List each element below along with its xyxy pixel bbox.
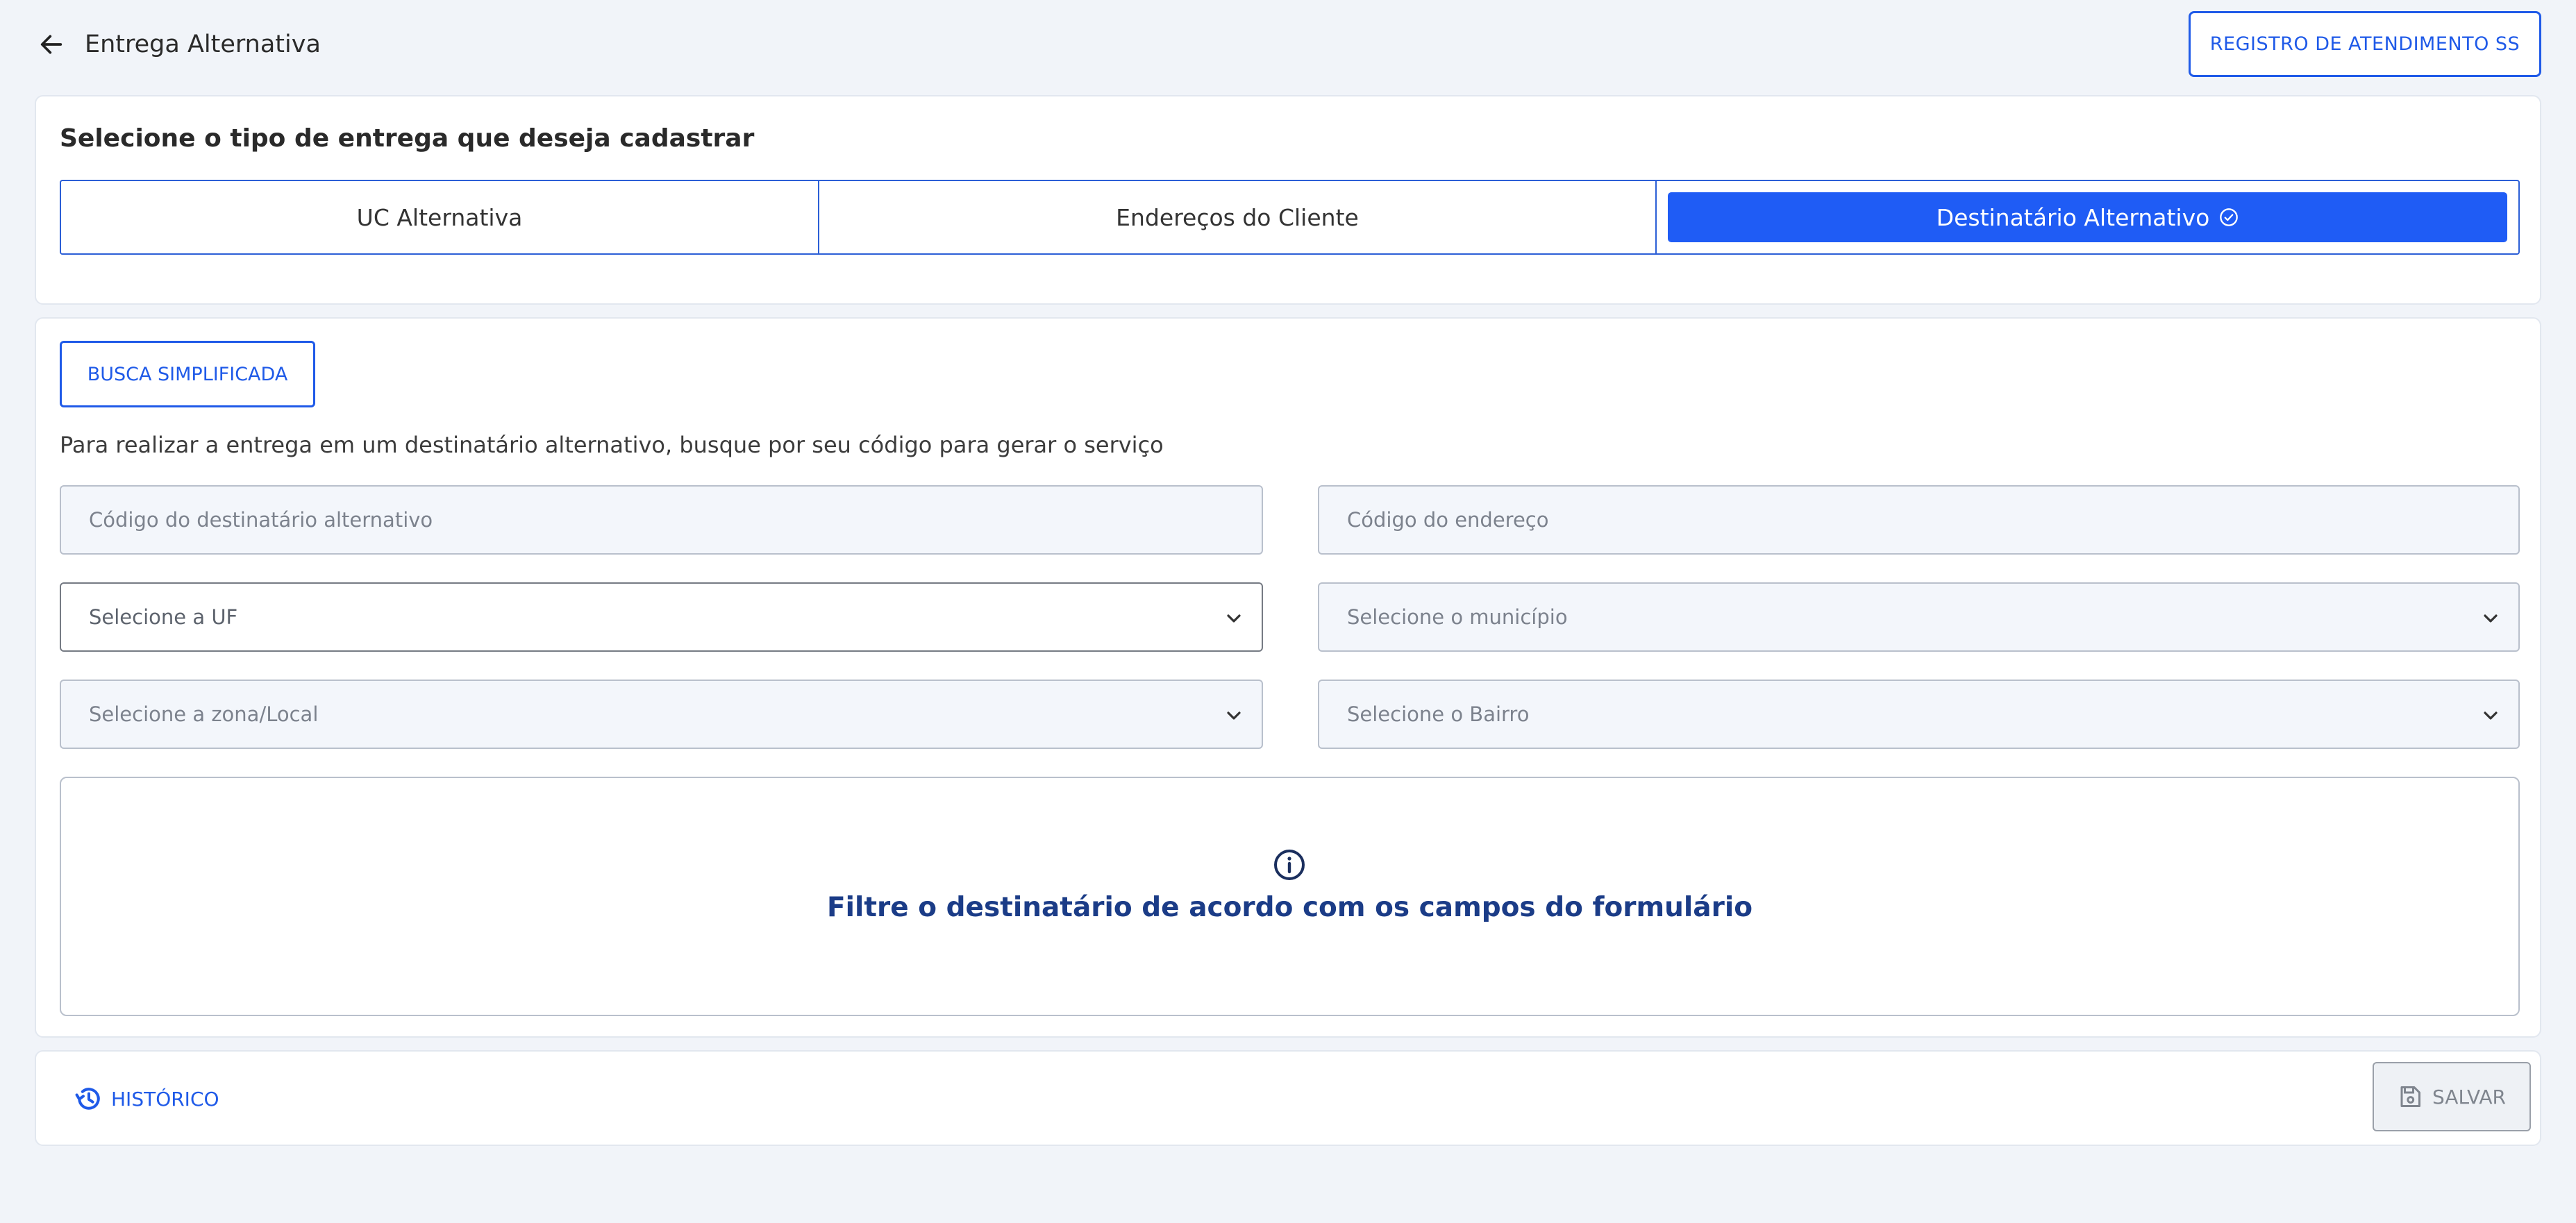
municipio-select[interactable]: Selecione o município <box>1318 582 2520 652</box>
registro-atendimento-button[interactable]: REGISTRO DE ATENDIMENTO SS <box>2189 11 2541 77</box>
field-placeholder: Código do destinatário alternativo <box>89 508 433 532</box>
tab-enderecos-cliente[interactable]: Endereços do Cliente <box>819 181 1657 253</box>
tab-active-indicator: Destinatário Alternativo <box>1668 192 2507 242</box>
chevron-down-icon <box>2484 614 2498 623</box>
field-placeholder: Selecione o Bairro <box>1347 702 1530 726</box>
page-title: Entrega Alternativa <box>85 31 321 58</box>
codigo-destinatario-input[interactable]: Código do destinatário alternativo <box>60 485 1263 555</box>
history-icon <box>75 1088 100 1110</box>
uf-select[interactable]: Selecione a UF <box>60 582 1263 652</box>
field-placeholder: Código do endereço <box>1347 508 1549 532</box>
field-placeholder: Selecione a UF <box>89 605 238 629</box>
empty-state-message: Filtre o destinatário de acordo com os c… <box>826 892 1753 923</box>
back-button[interactable] <box>35 28 68 61</box>
tab-destinatario-alternativo[interactable]: Destinatário Alternativo <box>1657 181 2518 253</box>
chevron-down-icon <box>1227 614 1241 623</box>
floppy-disk-icon <box>2400 1086 2421 1107</box>
section-title: Selecione o tipo de entrega que deseja c… <box>60 124 755 153</box>
info-icon <box>1274 850 1305 880</box>
historico-label: HISTÓRICO <box>111 1087 219 1111</box>
arrow-left-icon <box>40 35 62 54</box>
bairro-select[interactable]: Selecione o Bairro <box>1318 680 2520 749</box>
field-placeholder: Selecione a zona/Local <box>89 702 319 726</box>
tab-label: UC Alternativa <box>356 203 523 231</box>
footer-actions-bar: HISTÓRICO SALVAR <box>35 1050 2541 1146</box>
delivery-type-selector: UC Alternativa Endereços do Cliente Dest… <box>60 180 2520 255</box>
field-placeholder: Selecione o município <box>1347 605 1568 629</box>
check-circle-icon <box>2220 208 2239 226</box>
tab-label: Endereços do Cliente <box>1116 203 1359 231</box>
form-description: Para realizar a entrega em um destinatár… <box>60 432 1164 458</box>
busca-simplificada-button[interactable]: BUSCA SIMPLIFICADA <box>60 341 315 407</box>
search-form-card: BUSCA SIMPLIFICADA Para realizar a entre… <box>35 317 2541 1038</box>
salvar-label: SALVAR <box>2432 1085 2506 1108</box>
historico-button[interactable]: HISTÓRICO <box>74 1081 219 1117</box>
chevron-down-icon <box>2484 711 2498 720</box>
tab-label: Destinatário Alternativo <box>1936 203 2210 231</box>
codigo-endereco-input[interactable]: Código do endereço <box>1318 485 2520 555</box>
chevron-down-icon <box>1227 711 1241 720</box>
page-header: Entrega Alternativa REGISTRO DE ATENDIME… <box>0 0 2576 90</box>
salvar-button[interactable]: SALVAR <box>2373 1062 2531 1131</box>
results-empty-state: Filtre o destinatário de acordo com os c… <box>60 777 2520 1016</box>
zona-select[interactable]: Selecione a zona/Local <box>60 680 1263 749</box>
tab-uc-alternativa[interactable]: UC Alternativa <box>61 181 819 253</box>
delivery-type-card: Selecione o tipo de entrega que deseja c… <box>35 95 2541 305</box>
